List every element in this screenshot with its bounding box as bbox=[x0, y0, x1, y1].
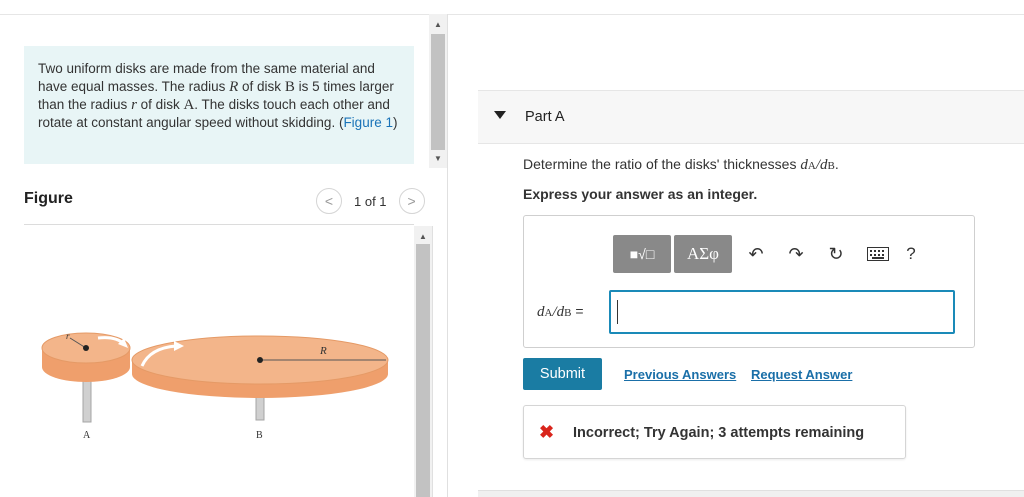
problem-text: ) bbox=[392, 115, 398, 130]
figure-link[interactable]: Figure 1 bbox=[343, 115, 393, 130]
scroll-up-icon[interactable]: ▲ bbox=[429, 16, 447, 32]
part-title: Part A bbox=[525, 109, 565, 125]
answer-input[interactable] bbox=[609, 290, 955, 334]
top-divider bbox=[0, 14, 1024, 15]
text-cursor bbox=[617, 300, 618, 324]
equals-sign: = bbox=[571, 303, 584, 319]
disk-A-label: A bbox=[183, 97, 195, 113]
question-suffix: . bbox=[834, 156, 839, 172]
answer-box: ■√□ ΑΣφ ↶ ↷ ↻ ? dA/dB = bbox=[523, 215, 975, 348]
prev-figure-button[interactable]: < bbox=[316, 188, 342, 214]
reset-button[interactable]: ↻ bbox=[820, 235, 852, 273]
axle-A bbox=[82, 375, 92, 423]
part-a-header[interactable]: Part A bbox=[478, 90, 1024, 144]
feedback-message: Incorrect; Try Again; 3 attempts remaini… bbox=[573, 425, 865, 441]
figure-divider bbox=[24, 224, 414, 225]
figure-heading: Figure bbox=[24, 190, 73, 207]
pane-divider bbox=[447, 14, 448, 497]
feedback-box: ✖ Incorrect; Try Again; 3 attempts remai… bbox=[523, 405, 906, 459]
figure-scrollbar[interactable]: ▲ bbox=[414, 226, 432, 497]
disk-A-center bbox=[83, 345, 89, 351]
next-figure-button[interactable]: > bbox=[398, 188, 425, 214]
answer-label: dA/dB = bbox=[537, 303, 584, 321]
subscript-A: A bbox=[807, 160, 816, 172]
var-d: d bbox=[556, 304, 565, 320]
problem-statement: Two uniform disks are made from the same… bbox=[24, 46, 414, 164]
disk-B-label: B bbox=[284, 79, 295, 95]
chevron-left-icon: < bbox=[324, 193, 334, 209]
keyboard-button[interactable] bbox=[862, 235, 894, 273]
templates-button[interactable]: ■√□ bbox=[613, 235, 671, 273]
question-prefix: Determine the ratio of the disks' thickn… bbox=[523, 156, 801, 172]
next-part-strip bbox=[478, 490, 1024, 497]
undo-button[interactable]: ↶ bbox=[740, 235, 772, 273]
label-r: r bbox=[66, 331, 70, 341]
label-B: B bbox=[256, 430, 263, 441]
var-d: d bbox=[537, 304, 545, 320]
problem-scrollbar[interactable]: ▲ ▼ bbox=[429, 14, 447, 168]
undo-icon: ↶ bbox=[748, 243, 764, 264]
symbols-button[interactable]: ΑΣφ bbox=[674, 235, 732, 273]
symbols-icon: ΑΣφ bbox=[687, 244, 719, 263]
scrollbar-thumb[interactable] bbox=[431, 34, 445, 150]
problem-text: of disk bbox=[136, 97, 184, 112]
previous-answers-link[interactable]: Previous Answers bbox=[624, 367, 736, 382]
reset-icon: ↻ bbox=[828, 243, 844, 264]
pager-text: 1 of 1 bbox=[354, 193, 387, 209]
scroll-up-icon[interactable]: ▲ bbox=[414, 228, 432, 244]
scroll-down-icon[interactable]: ▼ bbox=[429, 150, 447, 166]
help-button[interactable]: ? bbox=[898, 235, 924, 273]
request-answer-link[interactable]: Request Answer bbox=[751, 367, 852, 382]
disks-figure: R r A B bbox=[41, 331, 389, 441]
caret-down-icon[interactable] bbox=[494, 111, 506, 119]
keyboard-icon bbox=[867, 247, 889, 261]
templates-icon: ■√□ bbox=[629, 246, 655, 262]
submit-button[interactable]: Submit bbox=[523, 358, 602, 390]
label-R: R bbox=[319, 345, 327, 357]
redo-icon: ↷ bbox=[788, 243, 804, 264]
help-icon: ? bbox=[906, 244, 916, 263]
redo-button[interactable]: ↷ bbox=[780, 235, 812, 273]
figure-pager: < 1 of 1 > bbox=[316, 188, 425, 214]
question-text: Determine the ratio of the disks' thickn… bbox=[523, 156, 839, 174]
math-toolbar: ■√□ ΑΣφ ↶ ↷ ↻ ? bbox=[613, 235, 924, 273]
var-d: d bbox=[800, 157, 808, 173]
label-A: A bbox=[83, 430, 91, 441]
disk-B-center bbox=[257, 357, 263, 363]
incorrect-icon: ✖ bbox=[539, 422, 555, 442]
scrollbar-thumb[interactable] bbox=[416, 244, 430, 497]
problem-text: of disk bbox=[238, 79, 285, 94]
chevron-right-icon: > bbox=[407, 193, 416, 209]
var-R: R bbox=[229, 79, 239, 95]
subscript-B: B bbox=[827, 160, 835, 172]
pane-divider bbox=[432, 226, 433, 497]
answer-instruction: Express your answer as an integer. bbox=[523, 186, 758, 202]
